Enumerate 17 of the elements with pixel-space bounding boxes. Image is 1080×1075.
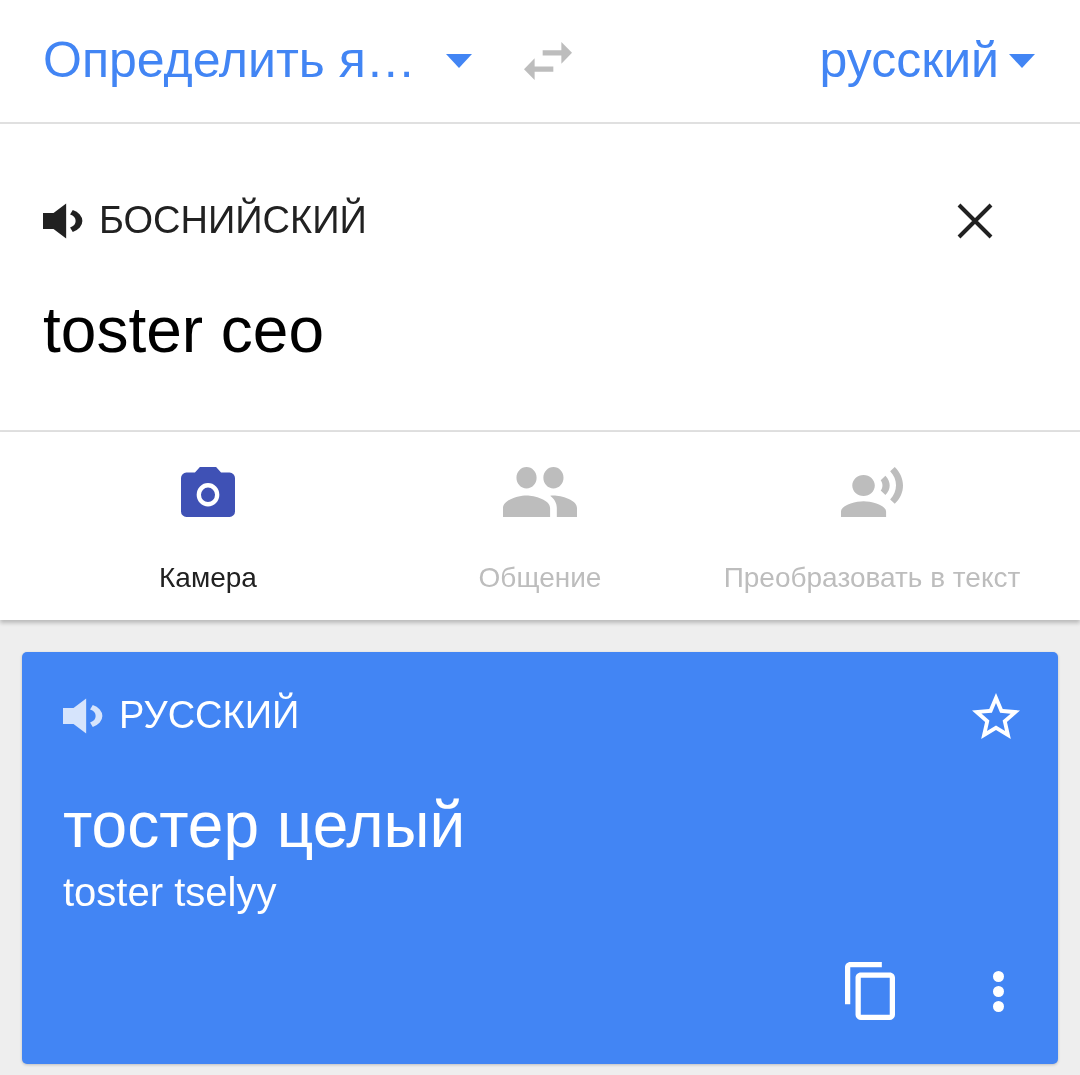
two-people-icon — [503, 467, 577, 517]
more-options-icon[interactable] — [993, 970, 1004, 1012]
copy-icon[interactable] — [845, 962, 895, 1020]
camera-icon — [181, 467, 235, 517]
close-icon[interactable] — [957, 202, 993, 239]
person-speaking-icon — [841, 467, 903, 517]
tool-button[interactable]: Камера — [159, 467, 257, 595]
source-language-dropdown[interactable]: Определить я… — [43, 32, 472, 90]
caret-icon — [1009, 54, 1035, 68]
source-text-field[interactable]: toster ceo — [43, 293, 1037, 368]
transliteration-text: toster tselyy — [63, 868, 278, 915]
star-icon[interactable] — [972, 693, 1020, 739]
swap-arrows-icon[interactable] — [523, 42, 572, 80]
translation-text: тостер целый — [63, 789, 467, 863]
caret-icon — [445, 54, 472, 68]
target-language-dropdown[interactable]: русский — [819, 32, 1035, 90]
speaker-icon[interactable] — [43, 201, 83, 240]
